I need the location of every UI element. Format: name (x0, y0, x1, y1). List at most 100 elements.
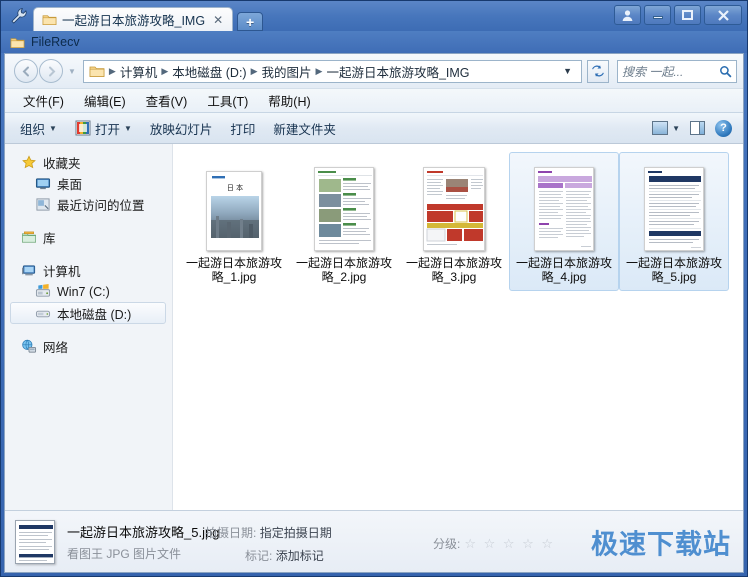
details-shoot-date-label: 拍摄日期: (205, 526, 257, 540)
nav-group-computer: 计算机 Win7 (C:) 本地磁盘 (D:) (5, 260, 172, 324)
search-icon[interactable] (719, 65, 732, 78)
file-grid: 日 本 一起游日本旅游攻略_1.jpg 一起游日本旅游攻略_2.jpg 一起游日… (173, 144, 743, 291)
file-item[interactable]: 日 本 一起游日本旅游攻略_1.jpg (179, 152, 289, 291)
details-text: 一起游日本旅游攻略_5.jpg 看图王 JPG 图片文件 (67, 522, 219, 562)
breadcrumb-separator[interactable]: ▶ (160, 66, 169, 77)
minimize-icon (652, 16, 663, 19)
sidebar-item-recent-places[interactable]: 最近访问的位置 (5, 194, 172, 215)
file-name: 一起游日本旅游攻略_5.jpg (625, 256, 722, 284)
address-bar: ▼ ▶ 计算机 ▶ 本地磁盘 (D:) ▶ 我的图片 ▶ 一起游日本旅游攻略_I… (5, 54, 743, 88)
organize-button[interactable]: 组织 ▼ (11, 115, 66, 142)
refresh-button[interactable] (587, 59, 609, 83)
details-thumbnail (15, 519, 55, 564)
thumbnail-red-table (423, 167, 485, 251)
wrench-icon[interactable] (10, 7, 28, 25)
menu-file[interactable]: 文件(F) (13, 89, 74, 112)
thumbnail-art (535, 168, 593, 250)
tab-close-icon[interactable]: ✕ (210, 14, 226, 26)
forward-button[interactable] (39, 59, 63, 83)
sidebar-item-favorites[interactable]: 收藏夹 (5, 152, 172, 173)
library-icon (22, 231, 36, 243)
sidebar-item-win7-c[interactable]: Win7 (C:) (5, 281, 172, 302)
thumbnail-art (424, 168, 484, 250)
breadcrumb-separator[interactable]: ▶ (108, 66, 117, 77)
breadcrumb-item-3[interactable]: 一起游日本旅游攻略_IMG (323, 62, 472, 81)
filerecv-label: FileRecv (31, 35, 80, 49)
tab-strip: 一起游日本旅游攻略_IMG ✕ + (33, 7, 264, 31)
maximize-button[interactable] (674, 5, 701, 25)
open-button[interactable]: 打开 ▼ (66, 115, 141, 142)
sidebar-label: 库 (43, 232, 56, 246)
file-item[interactable]: 一起游日本旅游攻略_2.jpg (289, 152, 399, 291)
view-icon (652, 121, 669, 135)
file-item[interactable]: 一起游日本旅游攻略_5.jpg (619, 152, 729, 291)
file-item[interactable]: 一起游日本旅游攻略_3.jpg (399, 152, 509, 291)
sidebar-item-desktop[interactable]: 桌面 (5, 173, 172, 194)
history-dropdown-icon[interactable]: ▼ (68, 67, 76, 76)
slideshow-button[interactable]: 放映幻灯片 (141, 115, 222, 142)
new-tab-button[interactable]: + (237, 12, 264, 31)
help-button[interactable]: ? (710, 117, 737, 140)
chevron-down-icon: ▼ (672, 123, 680, 133)
preview-pane-button[interactable] (685, 118, 710, 138)
details-tags: 标记: 添加标记 (245, 547, 324, 564)
menu-edit[interactable]: 编辑(E) (74, 89, 136, 112)
file-name: 一起游日本旅游攻略_1.jpg (185, 256, 282, 284)
hard-drive-icon (35, 310, 51, 317)
refresh-icon (592, 65, 604, 77)
details-tags-value[interactable]: 添加标记 (276, 549, 324, 563)
sidebar-label: 桌面 (57, 178, 83, 192)
window-controls (614, 5, 742, 25)
desktop-icon (35, 178, 51, 190)
rating-stars-icon[interactable]: ☆ ☆ ☆ ☆ ☆ (464, 536, 555, 552)
sidebar-label: 计算机 (43, 265, 81, 279)
thumbnail-navy-table (644, 167, 704, 251)
computer-icon (22, 265, 36, 276)
filerecv-bar[interactable]: FileRecv (1, 31, 747, 53)
new-folder-button[interactable]: 新建文件夹 (264, 115, 345, 142)
tab-title: 一起游日本旅游攻略_IMG (62, 14, 206, 28)
svg-text:日 本: 日 本 (227, 183, 243, 192)
details-file-name: 一起游日本旅游攻略_5.jpg (67, 524, 220, 540)
breadcrumb-separator[interactable]: ▶ (315, 66, 324, 77)
back-button[interactable] (14, 59, 38, 83)
thumbnail-wrapper (314, 157, 374, 251)
sidebar-item-libraries[interactable]: 库 (5, 227, 172, 248)
breadcrumb-dropdown-icon[interactable]: ▼ (560, 66, 578, 76)
navigation-pane: 收藏夹 桌面 最近访问的位置 库 计算机 Win7 (C:) 本地磁盘 (D:)… (5, 144, 173, 510)
thumbnail-photo-list (314, 167, 374, 251)
menu-view[interactable]: 查看(V) (136, 89, 198, 112)
sidebar-item-network[interactable]: 网络 (5, 336, 172, 357)
file-item[interactable]: 一起游日本旅游攻略_4.jpg (509, 152, 619, 291)
minimize-button[interactable] (644, 5, 671, 25)
breadcrumb-item-0[interactable]: 计算机 (117, 62, 161, 81)
breadcrumb-separator[interactable]: ▶ (250, 66, 259, 77)
thumbnail-art (315, 168, 373, 250)
explorer-window: 一起游日本旅游攻略_IMG ✕ + FileRecv ▼ ▶ 计算机 ▶ 本地磁… (0, 0, 748, 577)
thumbnail-wrapper (423, 157, 485, 251)
details-rating[interactable]: 分级: ☆ ☆ ☆ ☆ ☆ (433, 535, 555, 552)
help-icon: ? (715, 119, 732, 137)
sidebar-item-local-disk-d[interactable]: 本地磁盘 (D:) (10, 302, 166, 324)
file-name: 一起游日本旅游攻略_3.jpg (405, 256, 502, 284)
open-label: 打开 (94, 122, 120, 137)
search-placeholder: 搜索 一起... (622, 64, 684, 79)
breadcrumb[interactable]: ▶ 计算机 ▶ 本地磁盘 (D:) ▶ 我的图片 ▶ 一起游日本旅游攻略_IMG… (82, 59, 582, 83)
menu-tools[interactable]: 工具(T) (197, 89, 258, 112)
user-account-button[interactable] (614, 5, 641, 25)
client-area: ▼ ▶ 计算机 ▶ 本地磁盘 (D:) ▶ 我的图片 ▶ 一起游日本旅游攻略_I… (4, 53, 744, 573)
title-bar: 一起游日本旅游攻略_IMG ✕ + (1, 1, 747, 31)
close-button[interactable] (704, 5, 742, 25)
details-pane: 一起游日本旅游攻略_5.jpg 看图王 JPG 图片文件 拍摄日期: 指定拍摄日… (5, 510, 743, 572)
breadcrumb-item-1[interactable]: 本地磁盘 (D:) (169, 62, 249, 81)
menu-help[interactable]: 帮助(H) (258, 89, 320, 112)
breadcrumb-item-2[interactable]: 我的图片 (259, 62, 315, 81)
change-view-button[interactable]: ▼ (647, 118, 685, 138)
sidebar-item-computer[interactable]: 计算机 (5, 260, 172, 281)
search-input[interactable]: 搜索 一起... (617, 59, 737, 83)
details-shoot-date-value[interactable]: 指定拍摄日期 (260, 526, 332, 540)
folder-icon (42, 15, 57, 25)
tab-folder[interactable]: 一起游日本旅游攻略_IMG ✕ (33, 7, 234, 31)
file-list-view[interactable]: 日 本 一起游日本旅游攻略_1.jpg 一起游日本旅游攻略_2.jpg 一起游日… (173, 144, 743, 510)
print-button[interactable]: 打印 (221, 115, 264, 142)
